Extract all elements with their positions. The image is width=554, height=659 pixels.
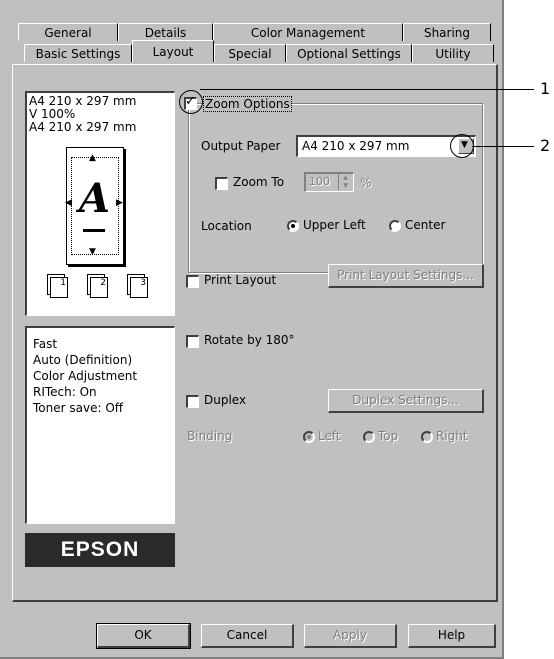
binding-left-label[interactable]: Left [318,429,341,443]
output-paper-label: Output Paper [201,139,281,153]
zoom-to-value: 100 [309,175,330,188]
callout-circle-1 [179,90,203,114]
location-label: Location [201,219,252,233]
ok-button[interactable]: OK [96,623,191,649]
callout-line-2 [472,146,534,147]
duplex-checkbox[interactable] [186,395,199,408]
summary-line-ritech: RITech: On [33,385,97,399]
rotate-180-checkbox[interactable] [186,335,199,348]
print-layout-checkbox[interactable] [186,275,199,288]
page-order-3: 3 [130,277,148,298]
center-label[interactable]: Center [405,218,445,232]
duplex-settings-button[interactable]: Duplex Settings... [328,389,484,413]
help-button[interactable]: Help [408,624,496,648]
output-paper-select[interactable]: A4 210 x 297 mm ▼ [296,135,476,157]
callout-line-1 [200,89,534,90]
apply-button[interactable]: Apply [304,624,397,648]
order-bar [83,229,105,232]
tab-basic-settings[interactable]: Basic Settings [24,44,132,62]
upper-left-radio[interactable] [287,220,299,232]
summary-line-color: Color Adjustment [33,369,138,383]
arrow-left-icon: ◀ [65,198,72,208]
tab-general[interactable]: General [18,23,118,41]
printer-properties-dialog: General Details Color Management Sharing… [0,0,504,659]
tab-utility[interactable]: Utility [412,44,494,62]
epson-logo: EPSON [25,533,175,567]
zoom-to-spinner[interactable]: 100 ▲ ▼ [304,172,354,192]
settings-summary: Fast Auto (Definition) Color Adjustment … [25,326,175,524]
arrow-right-icon: ▶ [116,198,123,208]
tab-sharing[interactable]: Sharing [403,23,491,41]
output-paper-value: A4 210 x 297 mm [302,139,410,153]
preview-letter: A [79,175,111,222]
arrow-up-icon: ▲ [89,153,96,163]
binding-right-label[interactable]: Right [436,429,468,443]
tab-layout[interactable]: Layout [132,40,214,62]
zoom-options-label[interactable]: Zoom Options [203,96,292,112]
rotate-180-label[interactable]: Rotate by 180° [204,333,295,347]
tab-color-management[interactable]: Color Management [213,23,403,41]
duplex-label[interactable]: Duplex [204,393,246,407]
tab-details[interactable]: Details [118,23,213,41]
summary-line-definition: Auto (Definition) [33,353,133,367]
binding-label: Binding [187,429,233,443]
callout-number-2: 2 [540,136,551,155]
layout-preview: A4 210 x 297 mm V 100% A4 210 x 297 mm A… [25,91,175,316]
zoom-to-checkbox[interactable] [215,177,228,190]
spinner-arrows-icon: ▲ ▼ [338,174,352,190]
print-layout-settings-button[interactable]: Print Layout Settings... [328,264,484,288]
callout-circle-2 [450,134,474,158]
tab-optional-settings[interactable]: Optional Settings [286,44,412,62]
upper-left-label[interactable]: Upper Left [303,218,366,232]
binding-top-radio[interactable] [363,431,375,443]
cancel-button[interactable]: Cancel [201,624,294,648]
page-order-1: 1 [50,277,68,298]
binding-left-radio[interactable] [303,431,315,443]
page-order-2: 2 [90,277,108,298]
tab-special[interactable]: Special [214,44,286,62]
callout-number-1: 1 [540,79,551,98]
binding-right-radio[interactable] [421,431,433,443]
print-layout-label[interactable]: Print Layout [204,273,276,287]
preview-output-size: A4 210 x 297 mm [29,120,137,134]
zoom-to-label[interactable]: Zoom To [233,175,284,189]
summary-line-toner: Toner save: Off [33,401,124,415]
binding-top-label[interactable]: Top [378,429,398,443]
arrow-down-icon: ▼ [89,247,96,257]
summary-line-quality: Fast [33,337,58,351]
zoom-to-unit: % [360,176,372,190]
center-radio[interactable] [389,220,401,232]
